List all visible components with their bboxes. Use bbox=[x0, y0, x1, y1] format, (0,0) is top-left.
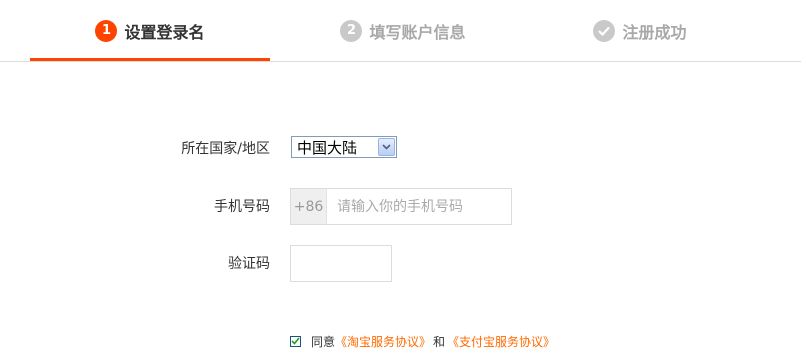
active-step-indicator bbox=[30, 58, 270, 61]
step-register-success: 注册成功 bbox=[520, 0, 760, 61]
country-select-value: 中国大陆 bbox=[297, 138, 358, 157]
verification-code-label: 验证码 bbox=[228, 256, 270, 272]
step-progress-bar: 1 设置登录名 2 填写账户信息 注册成功 bbox=[0, 0, 801, 62]
step-label: 填写账户信息 bbox=[369, 22, 466, 42]
step-set-login-name: 1 设置登录名 bbox=[30, 0, 270, 61]
step-fill-account-info: 2 填写账户信息 bbox=[283, 0, 523, 61]
check-icon bbox=[291, 337, 300, 345]
phone-country-code: +86 bbox=[291, 189, 327, 224]
agreement-row: 同意 《淘宝服务协议》 和 《支付宝服务协议》 bbox=[290, 332, 555, 350]
agreement-prefix: 同意 bbox=[311, 334, 336, 349]
step-number-badge: 1 bbox=[95, 19, 118, 42]
country-label: 所在国家/地区 bbox=[181, 141, 270, 157]
agreement-conjunction: 和 bbox=[433, 334, 446, 349]
chevron-down-icon[interactable] bbox=[378, 138, 395, 156]
step-label: 注册成功 bbox=[622, 22, 687, 42]
phone-label: 手机号码 bbox=[214, 199, 270, 215]
alipay-agreement-link[interactable]: 《支付宝服务协议》 bbox=[447, 333, 555, 350]
phone-field: +86 bbox=[290, 188, 512, 225]
step-number-badge: 2 bbox=[340, 19, 363, 42]
checkmark-icon bbox=[593, 19, 616, 42]
agreement-checkbox[interactable] bbox=[290, 335, 301, 347]
verification-code-input[interactable] bbox=[290, 245, 392, 282]
country-select[interactable]: 中国大陆 bbox=[291, 136, 397, 158]
step-label: 设置登录名 bbox=[124, 22, 205, 42]
taobao-agreement-link[interactable]: 《淘宝服务协议》 bbox=[335, 333, 431, 350]
phone-input[interactable] bbox=[327, 189, 511, 224]
